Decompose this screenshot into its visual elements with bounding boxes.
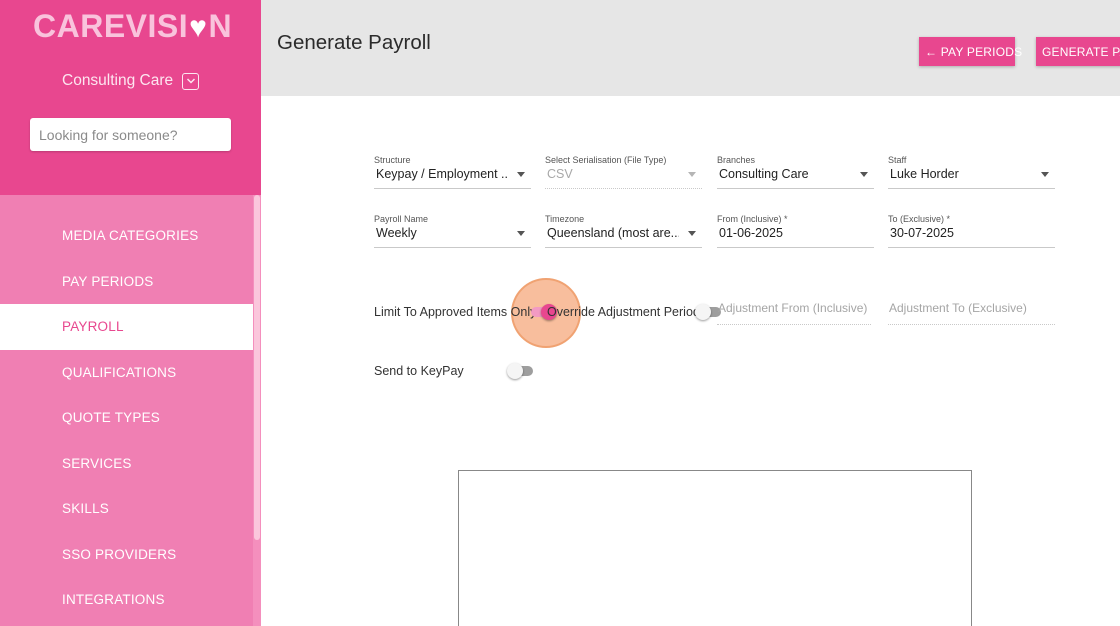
timezone-select[interactable]: Timezone Queensland (most are... bbox=[545, 214, 702, 248]
caret-down-icon bbox=[860, 172, 868, 177]
sidebar-scrollbar[interactable] bbox=[253, 195, 261, 626]
sidebar-item-media-categories[interactable]: MEDIA CATEGORIES bbox=[0, 213, 253, 259]
caret-down-icon bbox=[1041, 172, 1049, 177]
sidebar-item-integrations[interactable]: INTEGRATIONS bbox=[0, 577, 253, 623]
serialisation-select[interactable]: Select Serialisation (File Type) CSV bbox=[545, 155, 702, 189]
structure-select[interactable]: Structure Keypay / Employment ... bbox=[374, 155, 531, 189]
organization-select[interactable]: Consulting Care bbox=[62, 72, 200, 90]
organization-name: Consulting Care bbox=[62, 72, 174, 89]
pay-periods-button[interactable]: ← PAY PERIODS bbox=[919, 37, 1022, 66]
toggle-knob bbox=[507, 363, 523, 379]
sidebar: CAREVISI♥N Consulting Care LINE ITEM TEM… bbox=[0, 0, 261, 626]
sidebar-nav: LINE ITEM TEMPLATES MEDIA CATEGORIES PAY… bbox=[0, 168, 253, 623]
caret-down-icon bbox=[517, 172, 525, 177]
sidebar-item-skills[interactable]: SKILLS bbox=[0, 486, 253, 532]
adjustment-to-field[interactable]: Adjustment To (Exclusive) bbox=[888, 297, 1055, 325]
page-title: Generate Payroll bbox=[277, 31, 431, 54]
sidebar-item-sso-providers[interactable]: SSO PROVIDERS bbox=[0, 532, 253, 578]
send-keypay-label: Send to KeyPay bbox=[374, 364, 464, 378]
from-date-field[interactable]: From (Inclusive) * 01-06-2025 bbox=[717, 214, 874, 248]
sidebar-item-qualifications[interactable]: QUALIFICATIONS bbox=[0, 350, 253, 396]
sidebar-item-pay-periods[interactable]: PAY PERIODS bbox=[0, 259, 253, 305]
generate-payroll-button[interactable]: GENERATE PAY bbox=[1036, 37, 1120, 66]
payroll-name-select[interactable]: Payroll Name Weekly bbox=[374, 214, 531, 248]
staff-select[interactable]: Staff Luke Horder bbox=[888, 155, 1055, 189]
adjustment-from-field[interactable]: Adjustment From (Inclusive) bbox=[717, 297, 871, 325]
sidebar-item-quote-types[interactable]: QUOTE TYPES bbox=[0, 395, 253, 441]
sidebar-item-payroll[interactable]: PAYROLL bbox=[0, 304, 253, 350]
heart-icon: ♥ bbox=[189, 11, 208, 44]
carevision-logo[interactable]: CAREVISI♥N bbox=[33, 8, 232, 45]
send-keypay-toggle[interactable] bbox=[507, 363, 533, 379]
sidebar-header: CAREVISI♥N Consulting Care bbox=[0, 0, 261, 195]
limit-approved-label: Limit To Approved Items Only bbox=[374, 305, 537, 319]
page-header: Generate Payroll ← PAY PERIODS GENERATE … bbox=[261, 0, 1120, 96]
branches-select[interactable]: Branches Consulting Care bbox=[717, 155, 874, 189]
toggle-knob bbox=[695, 304, 711, 320]
caret-down-icon bbox=[517, 231, 525, 236]
scrollbar-thumb[interactable] bbox=[254, 195, 260, 540]
to-date-field[interactable]: To (Exclusive) * 30-07-2025 bbox=[888, 214, 1055, 248]
override-adjustment-label: Override Adjustment Period bbox=[547, 305, 700, 319]
search-input[interactable] bbox=[30, 118, 231, 151]
caret-down-icon bbox=[688, 172, 696, 177]
sidebar-item-services[interactable]: SERVICES bbox=[0, 441, 253, 487]
chevron-down-icon bbox=[182, 72, 200, 90]
caret-down-icon bbox=[688, 231, 696, 236]
payroll-preview-area bbox=[458, 470, 972, 626]
